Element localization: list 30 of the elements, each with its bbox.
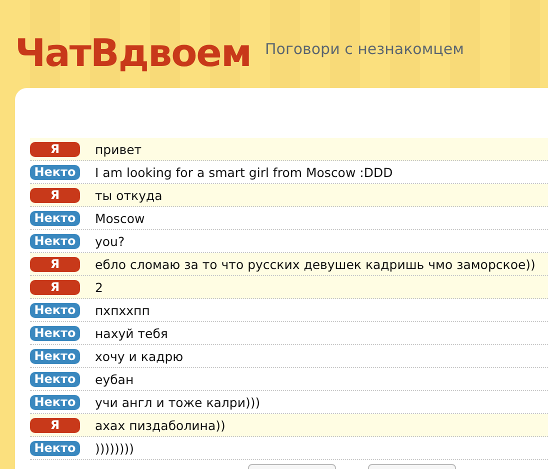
message-text: ебло сломаю за то что русских девушек кадришь чмо заморское)) <box>95 256 536 272</box>
message-text: ты откуда <box>95 188 162 202</box>
sender-badge: Некто <box>30 210 80 226</box>
message-text: привет <box>95 142 142 156</box>
message-text: хочу и кадрю <box>95 348 184 364</box>
message-text: учи англ и тоже калри))) <box>95 394 260 410</box>
message-text: еубан <box>95 372 134 386</box>
sender-badge: Я <box>30 280 80 294</box>
sender-badge: Некто <box>30 440 80 456</box>
message-text: ахах пиздаболина)) <box>95 418 226 432</box>
message-text: you? <box>95 234 125 248</box>
site-logo: ЧатВдвоем <box>15 30 252 76</box>
site-tagline: Поговори с незнакомцем <box>265 40 464 58</box>
sender-badge: Я <box>30 142 80 156</box>
sender-badge: Я <box>30 188 80 202</box>
message-text: )))))))) <box>95 440 134 456</box>
message-text: 2 <box>95 280 103 294</box>
sender-badge: Некто <box>30 234 80 248</box>
sender-badge: Некто <box>30 302 80 318</box>
message-text: пхпххпп <box>95 302 150 318</box>
sender-badge: Я <box>30 256 80 272</box>
sender-badge: Некто <box>30 372 80 386</box>
message-text: Moscow <box>95 210 145 226</box>
message-text: нахуй тебя <box>95 326 168 340</box>
sender-badge: Некто <box>30 348 80 364</box>
sender-badge: Некто <box>30 326 80 340</box>
sender-badge: Я <box>30 418 80 432</box>
sender-badge: Некто <box>30 164 80 180</box>
sender-badge: Некто <box>30 394 80 410</box>
message-text: I am looking for a smart girl from Moscow :DDD <box>95 164 393 180</box>
